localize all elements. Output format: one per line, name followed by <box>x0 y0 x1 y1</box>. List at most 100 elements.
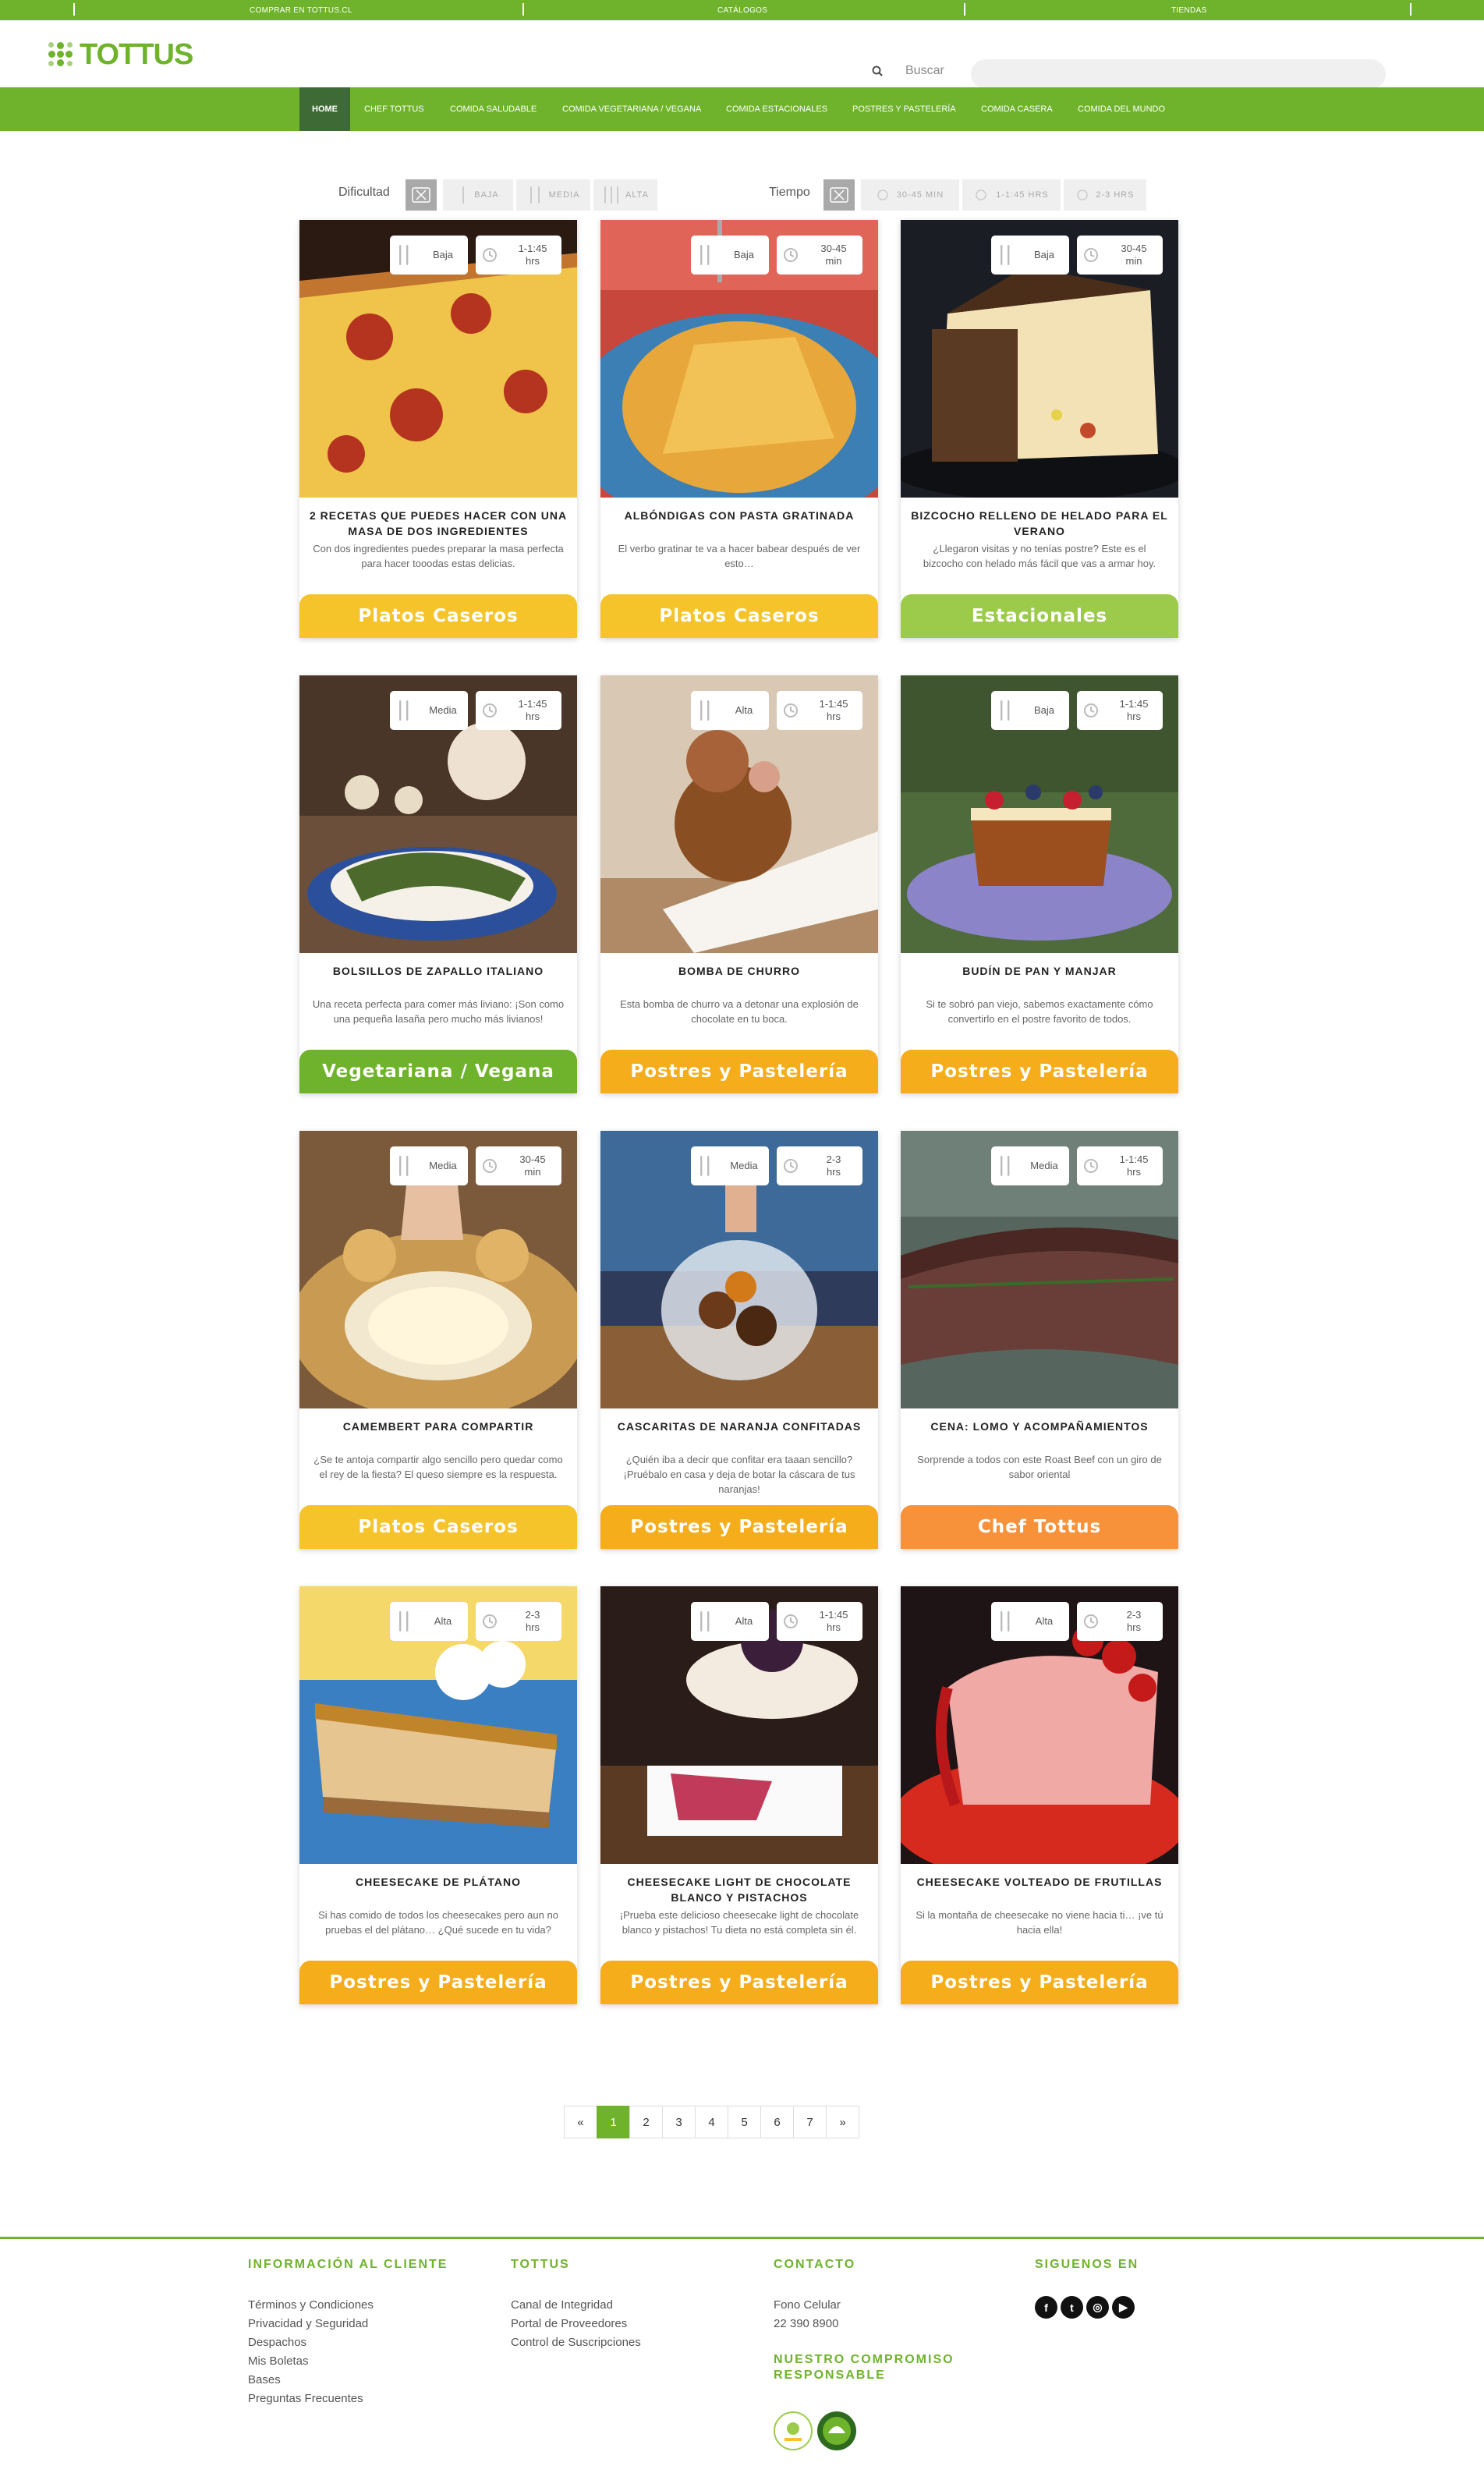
recipe-card[interactable]: Media 1-1:45 hrs BOLSILLOS DE ZAPALLO ITAL… <box>299 675 577 1093</box>
clock-icon <box>777 246 805 264</box>
filter-media[interactable]: MEDIA <box>516 179 590 211</box>
pagination-page[interactable]: 1 <box>597 2106 630 2138</box>
nav-item-estacionales[interactable]: COMIDA ESTACIONALES <box>726 87 827 131</box>
recipe-category[interactable]: Postres y Pastelería <box>901 1050 1178 1093</box>
time-badge: 30-45 min <box>476 1146 561 1185</box>
nav-item-comida-saludable[interactable]: COMIDA SALUDABLE <box>450 87 537 131</box>
footer-heading-contact: CONTACTO <box>774 2258 856 2271</box>
recipe-category[interactable]: Postres y Pastelería <box>600 1505 878 1549</box>
nav-item-postres[interactable]: POSTRES Y PASTELERÍA <box>852 87 956 131</box>
filter-1-1-45-hrs[interactable]: 1-1:45 HRS <box>962 179 1061 211</box>
footer-link[interactable]: Portal de Proveedores <box>511 2315 627 2333</box>
recipe-description: Sorprende a todos con este Roast Beef co… <box>917 1454 1162 1480</box>
recipe-card[interactable]: Baja 30-45 min BIZCOCHO RELLENO DE HELADO … <box>901 220 1178 638</box>
recipe-card[interactable]: Alta 1-1:45 hrs BOMBA DE CHURRO Esta bomba … <box>600 675 878 1093</box>
recipe-category[interactable]: Estacionales <box>901 594 1178 638</box>
footer-link[interactable]: Bases <box>248 2371 281 2390</box>
search-icon[interactable] <box>872 66 883 76</box>
topbar-link-catalogs[interactable]: CATÁLOGOS <box>717 6 767 15</box>
pagination-page[interactable]: 6 <box>760 2106 794 2138</box>
logo-dots-icon <box>47 41 75 69</box>
pagination-page[interactable]: 2 <box>629 2106 663 2138</box>
time-clear-button[interactable] <box>823 179 855 211</box>
recipe-category[interactable]: Platos Caseros <box>299 1505 577 1549</box>
clock-icon <box>1077 190 1089 200</box>
difficulty-value: Media <box>429 704 457 716</box>
recipe-title[interactable]: CENA: LOMO Y ACOMPAÑAMIENTOS <box>910 1419 1169 1434</box>
tottus-logo[interactable]: TOTTUS <box>47 38 193 71</box>
pagination-page[interactable]: 5 <box>728 2106 761 2138</box>
recipe-description: El verbo gratinar te va a hacer babear d… <box>618 543 861 569</box>
footer-link[interactable]: Términos y Condiciones <box>248 2296 374 2315</box>
difficulty-clear-button[interactable] <box>406 179 437 211</box>
recipe-card[interactable]: Media 1-1:45 hrs CENA: LOMO Y ACOMPAÑAMIEN… <box>901 1131 1178 1549</box>
recipe-title[interactable]: CHEESECAKE VOLTEADO DE FRUTILLAS <box>910 1874 1169 1890</box>
footer-link[interactable]: Preguntas Frecuentes <box>248 2390 363 2408</box>
nav-item-vegetariana[interactable]: COMIDA VEGETARIANA / VEGANA <box>562 87 701 131</box>
difficulty-value: Alta <box>1035 1615 1054 1627</box>
recipe-card[interactable]: Media 2-3 hrs CASCARITAS DE NARANJA CONFIT… <box>600 1131 878 1549</box>
nav-item-casera[interactable]: COMIDA CASERA <box>981 87 1053 131</box>
recipe-card[interactable]: Alta 2-3 hrs CHEESECAKE VOLTEADO DE FRUTIL… <box>901 1586 1178 2004</box>
recipe-title[interactable]: BIZCOCHO RELLENO DE HELADO PARA EL VERAN… <box>910 508 1169 539</box>
recipe-title[interactable]: ALBÓNDIGAS CON PASTA GRATINADA <box>610 508 869 523</box>
time-badge: 2-3 hrs <box>777 1146 862 1185</box>
recipe-category[interactable]: Postres y Pastelería <box>600 1961 878 2004</box>
recipe-category[interactable]: Platos Caseros <box>600 594 878 638</box>
filter-baja[interactable]: BAJA <box>443 179 513 211</box>
time-value: 30-45 min <box>820 243 847 267</box>
recipe-category[interactable]: Postres y Pastelería <box>299 1961 577 2004</box>
footer-heading-commitment: NUESTRO COMPROMISO RESPONSABLE <box>774 2353 955 2382</box>
pagination-next[interactable]: » <box>826 2106 859 2138</box>
pagination-page[interactable]: 4 <box>695 2106 728 2138</box>
pagination-page[interactable]: 3 <box>662 2106 696 2138</box>
topbar-link-shop[interactable]: COMPRAR EN TOTTUS.CL <box>250 6 352 15</box>
recipe-category[interactable]: Vegetariana / Vegana <box>299 1050 577 1093</box>
footer-link[interactable]: Privacidad y Seguridad <box>248 2315 368 2333</box>
recipe-title[interactable]: BUDÍN DE PAN Y MANJAR <box>910 963 1169 979</box>
filter-30-45-min[interactable]: 30-45 MIN <box>861 179 959 211</box>
recipe-card[interactable]: Alta 2-3 hrs CHEESECAKE DE PLÁTANO Si has c… <box>299 1586 577 2004</box>
footer-link[interactable]: Mis Boletas <box>248 2352 309 2371</box>
pagination-page[interactable]: 7 <box>793 2106 827 2138</box>
clock-icon <box>777 1157 805 1175</box>
filter-alta[interactable]: ALTA <box>593 179 657 211</box>
recipe-title[interactable]: CHEESECAKE LIGHT DE CHOCOLATE BLANCO Y P… <box>610 1874 869 1905</box>
contact-phone[interactable]: 22 390 8900 <box>774 2315 838 2333</box>
recipe-category[interactable]: Chef Tottus <box>901 1505 1178 1549</box>
recipe-card[interactable]: Media 30-45 min CAMEMBERT PARA COMPARTIR ¿S… <box>299 1131 577 1549</box>
recipe-card[interactable]: Baja 1-1:45 hrs 2 RECETAS QUE PUEDES HACER… <box>299 220 577 638</box>
recipe-title[interactable]: BOLSILLOS DE ZAPALLO ITALIANO <box>309 963 568 979</box>
recipe-category[interactable]: Postres y Pastelería <box>901 1961 1178 2004</box>
filter-2-3-hrs[interactable]: 2-3 HRS <box>1064 179 1146 211</box>
pagination-prev[interactable]: « <box>564 2106 597 2138</box>
time-value: 2-3 hrs <box>1126 1609 1142 1633</box>
time-value: 1-1:45 hrs <box>518 243 547 267</box>
recipe-category[interactable]: Platos Caseros <box>299 594 577 638</box>
instagram-icon[interactable]: ◎ <box>1086 2296 1109 2319</box>
recipe-category[interactable]: Postres y Pastelería <box>600 1050 878 1093</box>
contact-label: Fono Celular <box>774 2298 841 2312</box>
recipe-title[interactable]: 2 RECETAS QUE PUEDES HACER CON UNA MASA … <box>309 508 568 539</box>
recipe-title[interactable]: CAMEMBERT PARA COMPARTIR <box>309 1419 568 1434</box>
recipe-card[interactable]: Alta 1-1:45 hrs CHEESECAKE LIGHT DE CHOCOL… <box>600 1586 878 2004</box>
recipe-title[interactable]: BOMBA DE CHURRO <box>610 963 869 979</box>
facebook-icon[interactable]: f <box>1035 2296 1057 2319</box>
difficulty-value: Media <box>429 1160 457 1171</box>
footer-link[interactable]: Control de Suscripciones <box>511 2333 641 2352</box>
recipe-title[interactable]: CHEESECAKE DE PLÁTANO <box>309 1874 568 1890</box>
time-value: 2-3 hrs <box>525 1609 540 1633</box>
utensil-icon <box>462 186 465 204</box>
nav-item-chef-tottus[interactable]: CHEF TOTTUS <box>364 87 424 131</box>
recipe-card[interactable]: Baja 1-1:45 hrs BUDÍN DE PAN Y MANJAR Si te… <box>901 675 1178 1093</box>
topbar-link-stores[interactable]: TIENDAS <box>1171 6 1206 15</box>
search-input[interactable] <box>971 59 1386 89</box>
footer-link[interactable]: Despachos <box>248 2333 306 2352</box>
recipe-card[interactable]: Baja 30-45 min ALBÓNDIGAS CON PASTA GRATIN… <box>600 220 878 638</box>
recipe-title[interactable]: CASCARITAS DE NARANJA CONFITADAS <box>610 1419 869 1434</box>
nav-item-mundo[interactable]: COMIDA DEL MUNDO <box>1078 87 1165 131</box>
footer-link[interactable]: Canal de Integridad <box>511 2296 613 2315</box>
twitter-icon[interactable]: t <box>1061 2296 1083 2319</box>
youtube-icon[interactable]: ▶ <box>1112 2296 1135 2319</box>
nav-item-home[interactable]: HOME <box>299 87 350 131</box>
